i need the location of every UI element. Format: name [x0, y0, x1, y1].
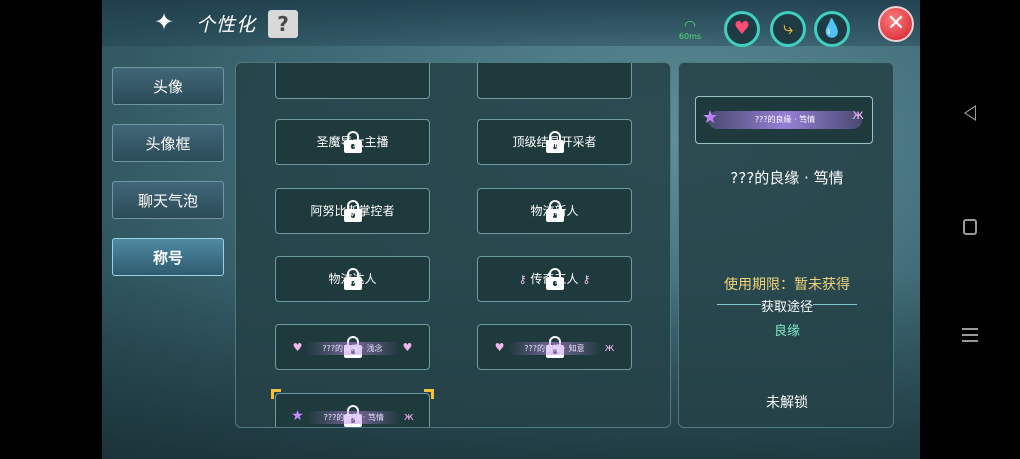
title-cell[interactable]: ♥ ???的良缘 · 知意 ж [477, 324, 632, 370]
title-cell[interactable] [477, 63, 632, 99]
drop-button[interactable]: 💧 [814, 11, 850, 47]
divider [813, 304, 857, 305]
source-value: 良缘 [773, 324, 800, 339]
title-cell[interactable]: ⚷ 传奇工人 ⚷ [477, 256, 632, 302]
source-heading: 获取途径 [760, 300, 813, 315]
system-nav-bar [920, 0, 1020, 459]
title-cell[interactable]: 阿努比斯掌控者 [275, 188, 430, 234]
heart-icon: ♥ [402, 341, 413, 354]
star-icon: ★ [291, 408, 304, 424]
heart-icon: ♥ [292, 341, 303, 354]
preview-badge: ???的良缘 · 笃情 [708, 111, 862, 129]
network-ping: ◠ 60ms [676, 18, 704, 41]
key-icon: ⚷ [582, 273, 591, 286]
help-button[interactable]: ? [268, 10, 298, 38]
title-preview: ★ ???的良缘 · 笃情 ж [695, 96, 873, 144]
share-button[interactable]: ⤷ [770, 11, 806, 47]
star-fox-icon: ✦ [153, 8, 175, 36]
butterfly-icon: ж [852, 108, 864, 123]
tab-avatar-frame[interactable]: 头像框 [112, 124, 224, 162]
ping-value: 60ms [678, 32, 702, 41]
butterfly-icon: ж [403, 410, 414, 423]
title-cell[interactable]: 物流达人 [275, 256, 430, 302]
key-icon: ⚷ [518, 273, 527, 286]
butterfly-icon: ж [604, 341, 615, 354]
page-title: 个性化 [196, 14, 257, 36]
close-button[interactable]: ✕ [878, 6, 914, 42]
usage-period: 使用期限：暂未获得 [724, 277, 850, 293]
heart-icon: ♥ [494, 341, 505, 354]
title-name: ???的良缘 · 笃情 [730, 169, 844, 187]
game-screen: ✦ 个性化 ? ◠ 60ms ♥ ⤷ 💧 ✕ 头像 头像框 聊天气泡 称号 圣魔… [102, 0, 920, 459]
unlock-status: 未解锁 [766, 395, 808, 411]
menu-icon[interactable] [962, 328, 978, 342]
title-cell[interactable]: ♥ ???的良缘 · 浅念 ♥ [275, 324, 430, 370]
home-icon[interactable] [963, 219, 977, 235]
title-cell[interactable] [275, 63, 430, 99]
tab-chat-bubble[interactable]: 聊天气泡 [112, 181, 224, 219]
back-icon[interactable] [964, 105, 976, 121]
title-cell[interactable]: 物流新人 [477, 188, 632, 234]
tab-title[interactable]: 称号 [112, 238, 224, 276]
title-cell[interactable]: 顶级结晶开采者 [477, 119, 632, 165]
wifi-icon: ◠ [683, 18, 697, 34]
titles-grid: 圣魔导大主播 顶级结晶开采者 阿努比斯掌控者 物流新人 物流达人 ⚷ 传奇工人 … [235, 62, 671, 428]
top-bar: ✦ 个性化 ? ◠ 60ms ♥ ⤷ 💧 ✕ [102, 0, 920, 47]
heart-button[interactable]: ♥ [724, 11, 760, 47]
title-cell-selected[interactable]: ★ ???的良缘 · 笃情 ж [275, 393, 430, 427]
title-cell[interactable]: 圣魔导大主播 [275, 119, 430, 165]
tab-avatar[interactable]: 头像 [112, 67, 224, 105]
title-detail-panel: ★ ???的良缘 · 笃情 ж ???的良缘 · 笃情 使用期限：暂未获得 获取… [678, 62, 894, 428]
